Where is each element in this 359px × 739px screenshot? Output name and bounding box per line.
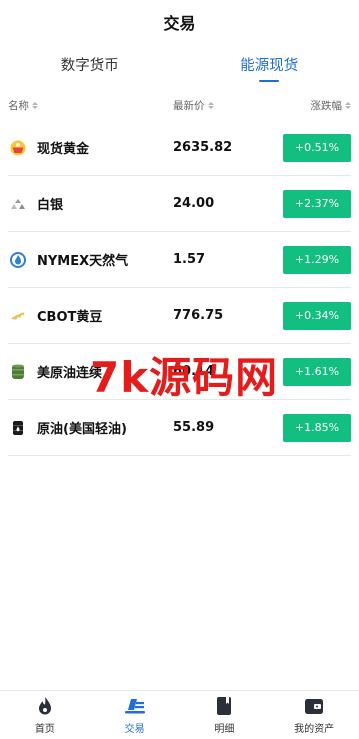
- table-row[interactable]: 白银 24.00 +2.37%: [8, 176, 351, 232]
- trade-icon: [124, 695, 146, 717]
- soybean-icon: [8, 306, 28, 326]
- commodity-name: 美原油连续: [37, 366, 103, 381]
- natural-gas-flame-icon: [8, 250, 28, 270]
- sort-icon: [207, 101, 214, 109]
- commodity-name: 白银: [37, 198, 64, 213]
- change-badge: +1.61%: [283, 357, 351, 386]
- sort-icon: [345, 101, 351, 109]
- change-badge: +1.29%: [283, 245, 351, 274]
- commodity-name: NYMEX天然气: [37, 254, 129, 269]
- column-header-name: 名称: [8, 99, 29, 112]
- tab-energy-spot[interactable]: 能源现货: [180, 44, 359, 84]
- tabbar-my-assets[interactable]: 我的资产: [269, 691, 359, 739]
- tab-digital-currency[interactable]: 数字货币: [0, 44, 180, 84]
- tabbar-details[interactable]: 明细: [180, 691, 270, 739]
- silver-icon: [8, 194, 28, 214]
- wallet-icon: [303, 695, 325, 717]
- change-badge: +0.51%: [283, 133, 351, 162]
- oil-drum-icon: [8, 418, 28, 438]
- sort-icon: [32, 101, 38, 109]
- page-title: 交易: [163, 14, 196, 33]
- bottom-tab-bar: 首页 交易 明细 我的资产: [0, 690, 359, 739]
- commodity-name: 现货黄金: [37, 142, 90, 157]
- table-header: 名称 最新价 涨跌幅: [8, 90, 351, 120]
- latest-price: 60.14: [173, 364, 215, 379]
- table-row[interactable]: 原油(美国轻油) 55.89 +1.85%: [8, 400, 351, 456]
- commodity-name: CBOT黄豆: [37, 310, 103, 325]
- table-row[interactable]: CBOT黄豆 776.75 +0.34%: [8, 288, 351, 344]
- column-header-change: 涨跌幅: [310, 99, 343, 112]
- gold-icon: [8, 138, 28, 158]
- tab-label: 能源现货: [240, 57, 299, 74]
- tabbar-trade[interactable]: 交易: [90, 691, 180, 739]
- active-tab-indicator: [259, 80, 280, 82]
- tab-label: 数字货币: [60, 57, 119, 74]
- change-badge: +2.37%: [283, 189, 351, 218]
- latest-price: 55.89: [173, 420, 215, 435]
- oil-barrel-icon: [8, 362, 28, 382]
- commodity-name: 原油(美国轻油): [37, 422, 127, 437]
- latest-price: 1.57: [173, 252, 206, 267]
- tabbar-label: 我的资产: [294, 724, 335, 735]
- commodity-list: 现货黄金 2635.82 +0.51% 白银 24.00 +2.37% NYME…: [8, 120, 351, 456]
- ledger-icon: [213, 695, 235, 717]
- market-tabs: 数字货币 能源现货: [0, 44, 359, 84]
- top-bar: 交易: [0, 0, 359, 44]
- column-header-price: 最新价: [173, 99, 205, 112]
- table-row[interactable]: 美原油连续 60.14 +1.61%: [8, 344, 351, 400]
- table-row[interactable]: NYMEX天然气 1.57 +1.29%: [8, 232, 351, 288]
- latest-price: 2635.82: [173, 140, 233, 155]
- sort-by-change[interactable]: 涨跌幅: [281, 98, 351, 113]
- tabbar-label: 首页: [34, 724, 55, 735]
- tabbar-home[interactable]: 首页: [0, 691, 90, 739]
- latest-price: 776.75: [173, 308, 224, 323]
- sort-by-name[interactable]: 名称: [8, 98, 173, 113]
- tabbar-label: 交易: [124, 724, 145, 735]
- change-badge: +1.85%: [283, 413, 351, 442]
- table-row[interactable]: 现货黄金 2635.82 +0.51%: [8, 120, 351, 176]
- tabbar-label: 明细: [214, 724, 235, 735]
- sort-by-price[interactable]: 最新价: [173, 98, 281, 113]
- flame-home-icon: [34, 695, 56, 717]
- latest-price: 24.00: [173, 196, 215, 211]
- change-badge: +0.34%: [283, 301, 351, 330]
